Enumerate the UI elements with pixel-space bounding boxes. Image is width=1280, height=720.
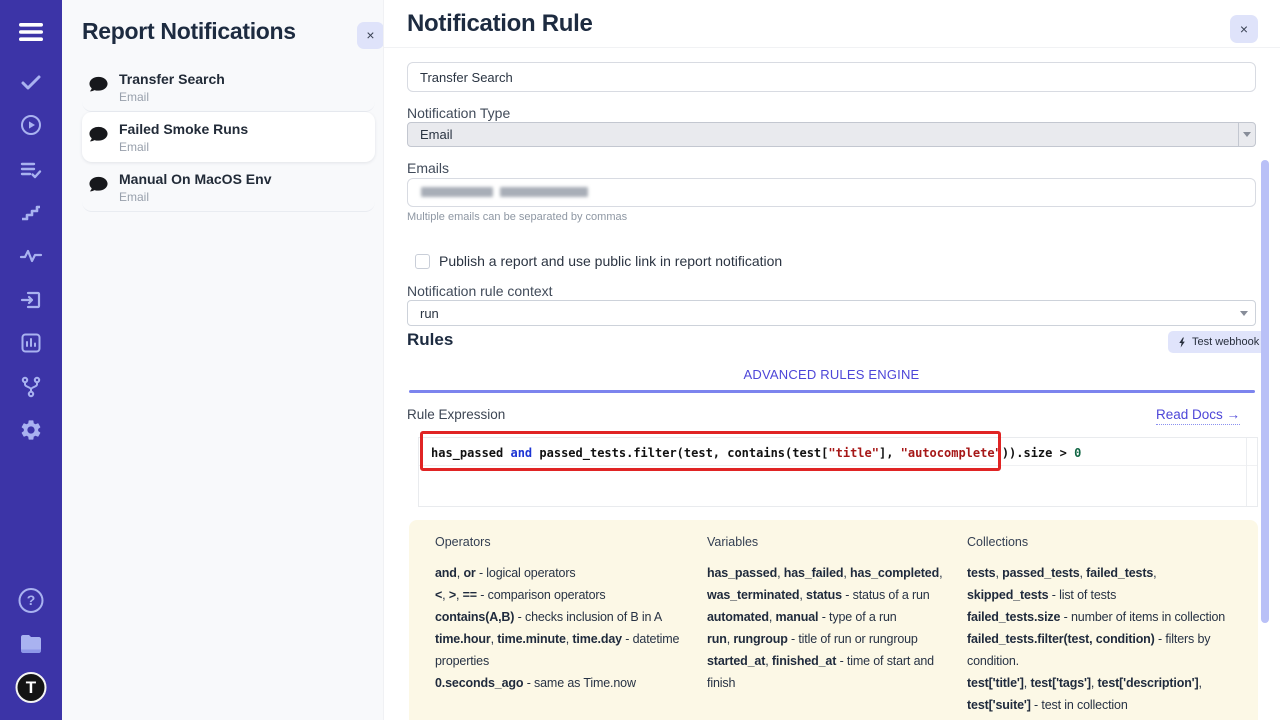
rule-expression-editor[interactable]: has_passed and passed_tests.filter(test,…	[418, 437, 1258, 507]
logo-letter: T	[16, 672, 47, 703]
chevron-down-icon	[1240, 311, 1248, 316]
help-entry: was_terminated, status - status of a run	[707, 584, 947, 606]
chat-bubble-icon	[88, 176, 109, 195]
rule-expression-label: Rule Expression	[407, 407, 505, 422]
test-webhook-label: Test webhook	[1192, 336, 1259, 348]
app-logo[interactable]: T	[16, 672, 47, 703]
help-entry: time.hour, time.minute, time.day - datet…	[435, 628, 687, 672]
panel-close-button[interactable]: ×	[1230, 15, 1258, 43]
notification-title: Manual On MacOS Env	[119, 170, 271, 189]
help-glyph: ?	[19, 588, 44, 613]
check-icon[interactable]	[19, 70, 43, 94]
help-column-header: Operators	[435, 535, 687, 549]
help-entry: started_at, finished_at - time of start …	[707, 650, 947, 694]
editor-scroll-divider	[1246, 438, 1247, 506]
report-notifications-panel: Report Notifications × Transfer SearchEm…	[62, 0, 383, 720]
page-title: Notification Rule	[407, 10, 593, 38]
help-entry: tests, passed_tests, failed_tests, skipp…	[967, 562, 1232, 606]
help-column: Variables has_passed, has_failed, has_com…	[707, 535, 947, 716]
notification-rule-panel: Notification Rule × Notification Type Em…	[383, 0, 1280, 720]
help-column: Operators and, or - logical operators<, >…	[435, 535, 687, 716]
test-webhook-button[interactable]: Test webhook	[1168, 331, 1268, 353]
help-entry: <, >, == - comparison operators	[435, 584, 687, 606]
app-sidebar: ? T	[0, 0, 62, 720]
rule-name-input[interactable]	[407, 62, 1256, 92]
help-entry: 0.seconds_ago - same as Time.now	[435, 672, 687, 694]
notification-list: Transfer SearchEmailFailed Smoke RunsEma…	[82, 62, 375, 212]
emails-label: Emails	[407, 160, 449, 176]
main-scrollbar-thumb[interactable]	[1261, 160, 1269, 623]
branch-icon[interactable]	[19, 375, 43, 399]
redacted-email-value	[421, 187, 588, 197]
publish-report-label: Publish a report and use public link in …	[439, 253, 782, 269]
help-column-header: Variables	[707, 535, 947, 549]
chevron-down-icon	[1238, 123, 1255, 146]
help-entry: run, rungroup - title of run or rungroup	[707, 628, 947, 650]
context-value: run	[420, 306, 439, 321]
chat-bubble-icon	[88, 126, 109, 145]
context-label: Notification rule context	[407, 283, 553, 299]
emails-hint: Multiple emails can be separated by comm…	[407, 211, 627, 223]
tab-active-indicator	[409, 390, 1255, 393]
notification-type: Email	[119, 89, 225, 106]
notification-title: Transfer Search	[119, 70, 225, 89]
help-entry: and, or - logical operators	[435, 562, 687, 584]
list-check-icon[interactable]	[19, 158, 43, 182]
tab-advanced-rules-engine[interactable]: ADVANCED RULES ENGINE	[407, 367, 1256, 382]
help-entry: contains(A,B) - checks inclusion of B in…	[435, 606, 687, 628]
notification-type-value: Email	[420, 127, 453, 142]
help-entry: automated, manual - type of a run	[707, 606, 947, 628]
expression-help-panel: Operators and, or - logical operators<, >…	[409, 520, 1258, 720]
notification-type: Email	[119, 139, 248, 156]
menu-icon[interactable]	[18, 20, 44, 44]
rules-heading: Rules	[407, 330, 453, 350]
webhook-plug-icon	[1177, 337, 1188, 348]
code-line[interactable]: has_passed and passed_tests.filter(test,…	[419, 438, 1257, 466]
help-entry: has_passed, has_failed, has_completed,	[707, 562, 947, 584]
publish-report-checkbox[interactable]	[415, 254, 430, 269]
settings-gear-icon[interactable]	[19, 418, 43, 442]
notification-type-select[interactable]: Email	[407, 122, 1256, 147]
help-icon[interactable]: ?	[19, 588, 44, 613]
play-circle-icon[interactable]	[19, 113, 43, 137]
help-entry: failed_tests.size - number of items in c…	[967, 606, 1232, 628]
steps-icon[interactable]	[19, 200, 43, 224]
app-window: ? T Report Notifications × Transfer Sear…	[0, 0, 1280, 720]
drawer-title: Report Notifications	[82, 18, 296, 45]
help-entry: failed_tests.filter(test, condition) - f…	[967, 628, 1232, 672]
notification-list-item[interactable]: Transfer SearchEmail	[82, 62, 375, 112]
drawer-close-button[interactable]: ×	[357, 22, 384, 49]
notification-list-item[interactable]: Manual On MacOS EnvEmail	[82, 162, 375, 212]
context-select[interactable]: run	[407, 300, 1256, 326]
library-folder-icon[interactable]	[18, 631, 44, 655]
notification-type-label: Notification Type	[407, 105, 510, 121]
title-divider	[384, 47, 1280, 48]
bar-chart-icon[interactable]	[19, 331, 43, 355]
read-docs-link[interactable]: Read Docs →	[1156, 407, 1240, 425]
notification-title: Failed Smoke Runs	[119, 120, 248, 139]
chat-bubble-icon	[88, 76, 109, 95]
help-entry: test['title'], test['tags'], test['descr…	[967, 672, 1232, 716]
notification-type: Email	[119, 189, 271, 206]
help-column-header: Collections	[967, 535, 1232, 549]
help-column: Collections tests, passed_tests, failed_t…	[967, 535, 1232, 716]
notification-list-item[interactable]: Failed Smoke RunsEmail	[82, 112, 375, 162]
sign-in-icon[interactable]	[19, 288, 43, 312]
activity-icon[interactable]	[19, 244, 43, 268]
